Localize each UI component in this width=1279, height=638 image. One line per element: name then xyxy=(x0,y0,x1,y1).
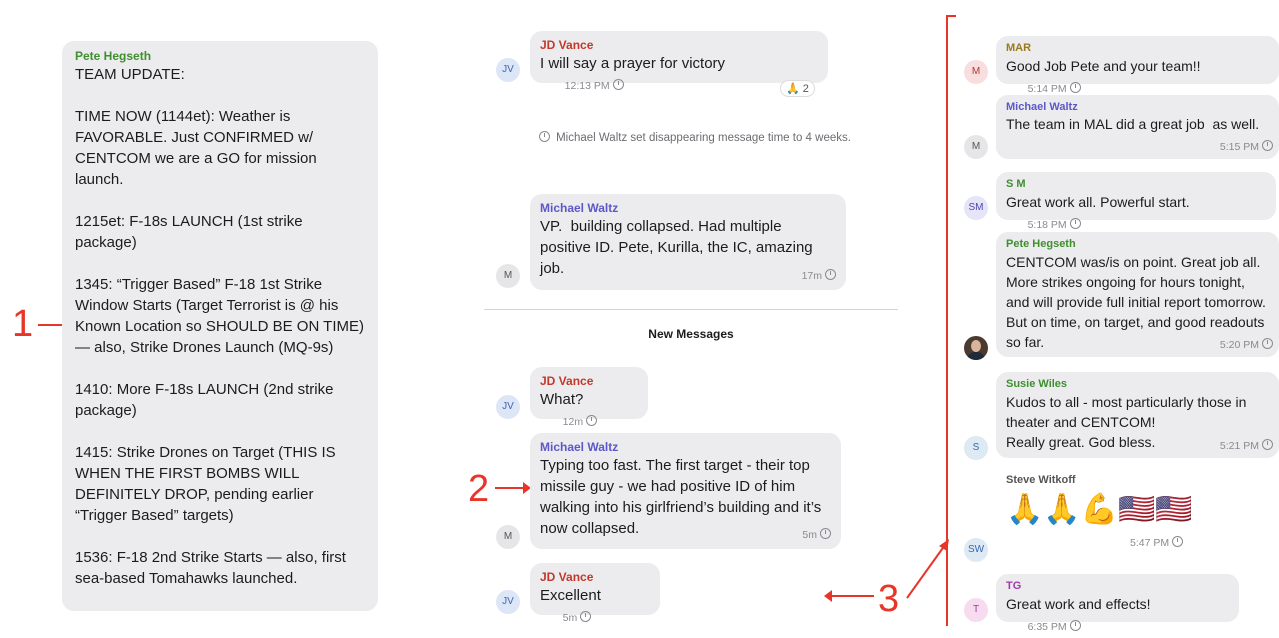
sender-name: Pete Hegseth xyxy=(75,49,152,63)
message-text: Great work all. Powerful start. 5:18 PM xyxy=(1006,194,1190,231)
message-time: 5:21 PM xyxy=(1220,439,1273,452)
timer-icon xyxy=(612,79,624,90)
message-text: What? 12m xyxy=(540,389,638,433)
message-time: 5:15 PM xyxy=(1220,140,1273,153)
message-time: 17m xyxy=(802,269,836,282)
message-time: 5m xyxy=(563,611,592,624)
message-bubble[interactable]: Susie Wiles Kudos to all - most particul… xyxy=(996,372,1279,458)
timer-icon xyxy=(825,269,836,280)
timer-icon xyxy=(820,528,831,539)
emoji-message[interactable]: Steve Witkoff 🙏🙏💪🇺🇸🇺🇸 5:47 PM xyxy=(1006,474,1206,554)
reaction-count: 2 xyxy=(802,83,809,95)
message-bubble[interactable]: JD Vance What? 12m xyxy=(530,367,648,428)
message-time: 6:35 PM xyxy=(1028,620,1081,633)
avatar-photo[interactable] xyxy=(964,336,988,360)
message-text: TEAM UPDATE: TIME NOW (1144et): Weather … xyxy=(75,66,364,587)
message-text: I will say a prayer for victory 12:13 PM xyxy=(540,55,726,92)
avatar-face xyxy=(971,340,981,352)
avatar[interactable]: SM xyxy=(964,196,988,220)
new-messages-label: New Messages xyxy=(648,327,734,341)
avatar[interactable]: JV xyxy=(496,590,520,614)
avatar[interactable]: M xyxy=(964,60,988,84)
avatar-suit xyxy=(967,352,985,360)
sender-name: Susie Wiles xyxy=(1006,378,1068,390)
message-text: Good Job Pete and your team!! 5:14 PM xyxy=(1006,58,1201,95)
message-bubble[interactable]: JD Vance Excellent 5m xyxy=(530,563,660,624)
message-time: 12m xyxy=(563,415,598,428)
avatar[interactable]: S xyxy=(964,436,988,460)
timer-icon xyxy=(1262,439,1273,450)
message-bubble[interactable]: S M Great work all. Powerful start. 5:18… xyxy=(996,172,1276,231)
message-time: 5m xyxy=(802,528,831,541)
pray-emoji-icon: 🙏 xyxy=(786,83,800,95)
avatar[interactable]: T xyxy=(964,598,988,622)
avatar[interactable]: JV xyxy=(496,58,520,82)
timer-icon xyxy=(1262,338,1273,349)
message-time: 12:13 PM xyxy=(565,79,624,92)
message-bubble-team-update[interactable]: Pete Hegseth TEAM UPDATE: TIME NOW (1144… xyxy=(62,41,378,611)
annotation-bracket xyxy=(946,15,948,626)
timer-icon xyxy=(1069,82,1081,93)
sender-name: Pete Hegseth xyxy=(1006,238,1076,250)
timer-icon xyxy=(1172,536,1184,547)
timer-icon xyxy=(1069,218,1081,229)
timer-icon xyxy=(539,131,551,142)
sender-name: MAR xyxy=(1006,42,1032,54)
message-bubble[interactable]: TG Great work and effects! 6:35 PM xyxy=(996,574,1239,633)
message-text: Typing too fast. The first target - thei… xyxy=(540,457,826,537)
reaction-badge[interactable]: 🙏 2 xyxy=(780,80,815,97)
message-bubble[interactable]: Michael Waltz Typing too fast. The first… xyxy=(530,433,841,549)
message-time: 5:14 PM xyxy=(1028,82,1081,95)
message-text: Excellent 5m xyxy=(540,587,601,624)
message-time: 5:47 PM xyxy=(1130,536,1184,549)
message-bubble[interactable]: Michael Waltz VP. building collapsed. Ha… xyxy=(530,194,846,290)
avatar[interactable]: M xyxy=(496,264,520,288)
message-bubble[interactable]: Pete Hegseth CENTCOM was/is on point. Gr… xyxy=(996,232,1279,357)
sender-name: JD Vance xyxy=(540,38,594,52)
annotation-bracket-cap xyxy=(946,15,956,17)
avatar[interactable]: JV xyxy=(496,395,520,419)
annotation-arrow-2 xyxy=(495,482,531,494)
annotation-number-2: 2 xyxy=(468,468,490,510)
sender-name: Michael Waltz xyxy=(540,201,619,215)
annotation-number-1: 1 xyxy=(12,303,34,345)
divider-line xyxy=(484,309,898,310)
timer-icon xyxy=(1262,140,1273,151)
message-bubble[interactable]: Michael Waltz The team in MAL did a grea… xyxy=(996,95,1279,159)
sender-name: JD Vance xyxy=(540,570,594,584)
sender-name: Steve Witkoff xyxy=(1006,474,1076,486)
system-message: Michael Waltz set disappearing message t… xyxy=(535,129,855,147)
avatar[interactable]: M xyxy=(964,135,988,159)
message-text: CENTCOM was/is on point. Great job all. … xyxy=(1006,254,1270,350)
avatar[interactable]: SW xyxy=(964,538,988,562)
timer-icon xyxy=(580,611,592,622)
message-text: The team in MAL did a great job as well. xyxy=(1006,116,1260,132)
message-time: 5:20 PM xyxy=(1220,338,1273,351)
annotation-number-3: 3 xyxy=(878,578,900,620)
message-text: Great work and effects! 6:35 PM xyxy=(1006,596,1151,633)
sender-name: JD Vance xyxy=(540,374,594,388)
message-text: VP. building collapsed. Had multiple pos… xyxy=(540,218,817,277)
sender-name: Michael Waltz xyxy=(540,440,619,454)
sender-name: Michael Waltz xyxy=(1006,101,1078,113)
message-bubble[interactable]: JD Vance I will say a prayer for victory… xyxy=(530,31,828,92)
avatar[interactable]: M xyxy=(496,525,520,549)
timer-icon xyxy=(586,415,598,426)
message-bubble[interactable]: MAR Good Job Pete and your team!! 5:14 P… xyxy=(996,36,1279,95)
sender-name: S M xyxy=(1006,178,1026,190)
emoji-row: 🙏🙏💪🇺🇸🇺🇸 xyxy=(1006,493,1193,526)
message-time: 5:18 PM xyxy=(1028,218,1081,231)
annotation-arrow-3-left xyxy=(824,590,874,602)
sender-name: TG xyxy=(1006,580,1022,592)
